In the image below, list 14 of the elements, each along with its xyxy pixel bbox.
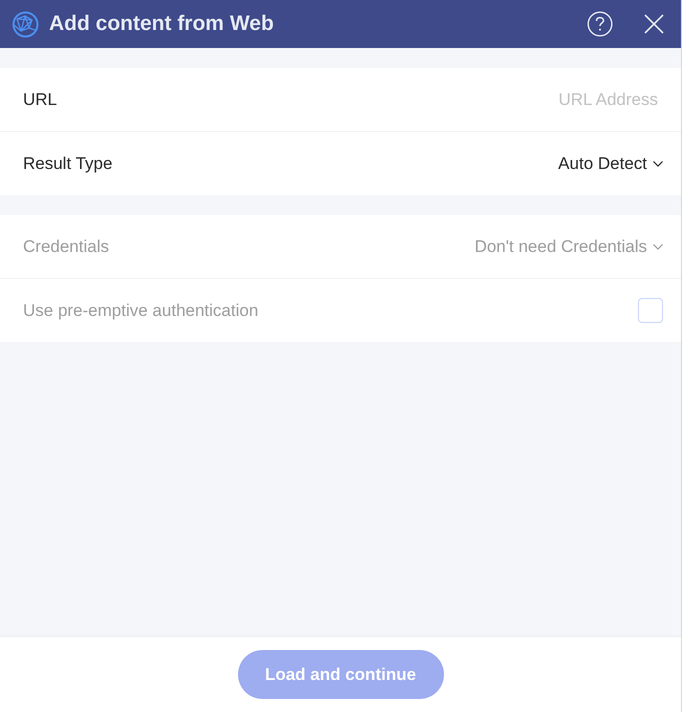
help-button[interactable] (587, 11, 613, 37)
chevron-down-icon (653, 244, 663, 250)
close-icon (644, 14, 664, 34)
chevron-down-icon (653, 160, 663, 166)
field-label: Credentials (23, 236, 109, 258)
dropdown[interactable]: Auto Detect (558, 146, 663, 180)
url-input-field[interactable]: URL Address (358, 82, 658, 116)
field-label: URL (23, 88, 58, 111)
help-icon (587, 11, 613, 37)
globe-network-icon (12, 10, 39, 38)
dialog-title: Add content from Web (49, 11, 274, 38)
field-label: Result Type (23, 152, 112, 175)
close-button[interactable] (643, 13, 665, 35)
field-label: Use pre-emptive authentication (23, 300, 258, 322)
